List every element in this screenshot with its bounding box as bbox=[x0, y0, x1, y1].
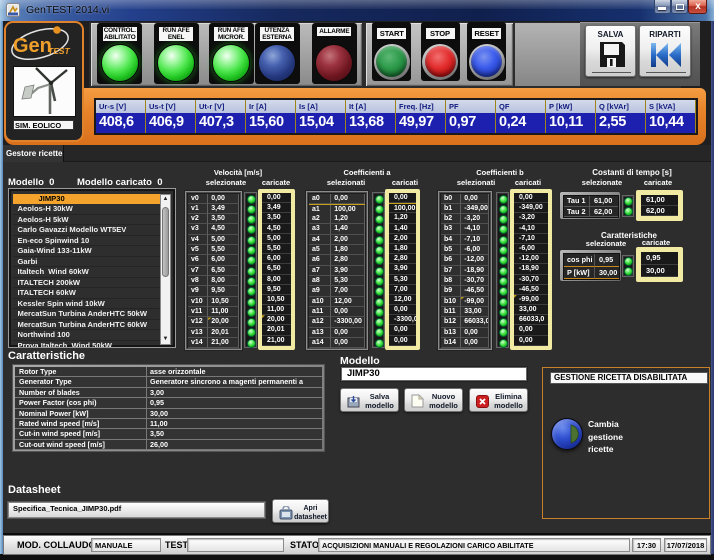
svg-text:TEST: TEST bbox=[48, 46, 71, 56]
svg-text:Gen: Gen bbox=[13, 35, 52, 57]
